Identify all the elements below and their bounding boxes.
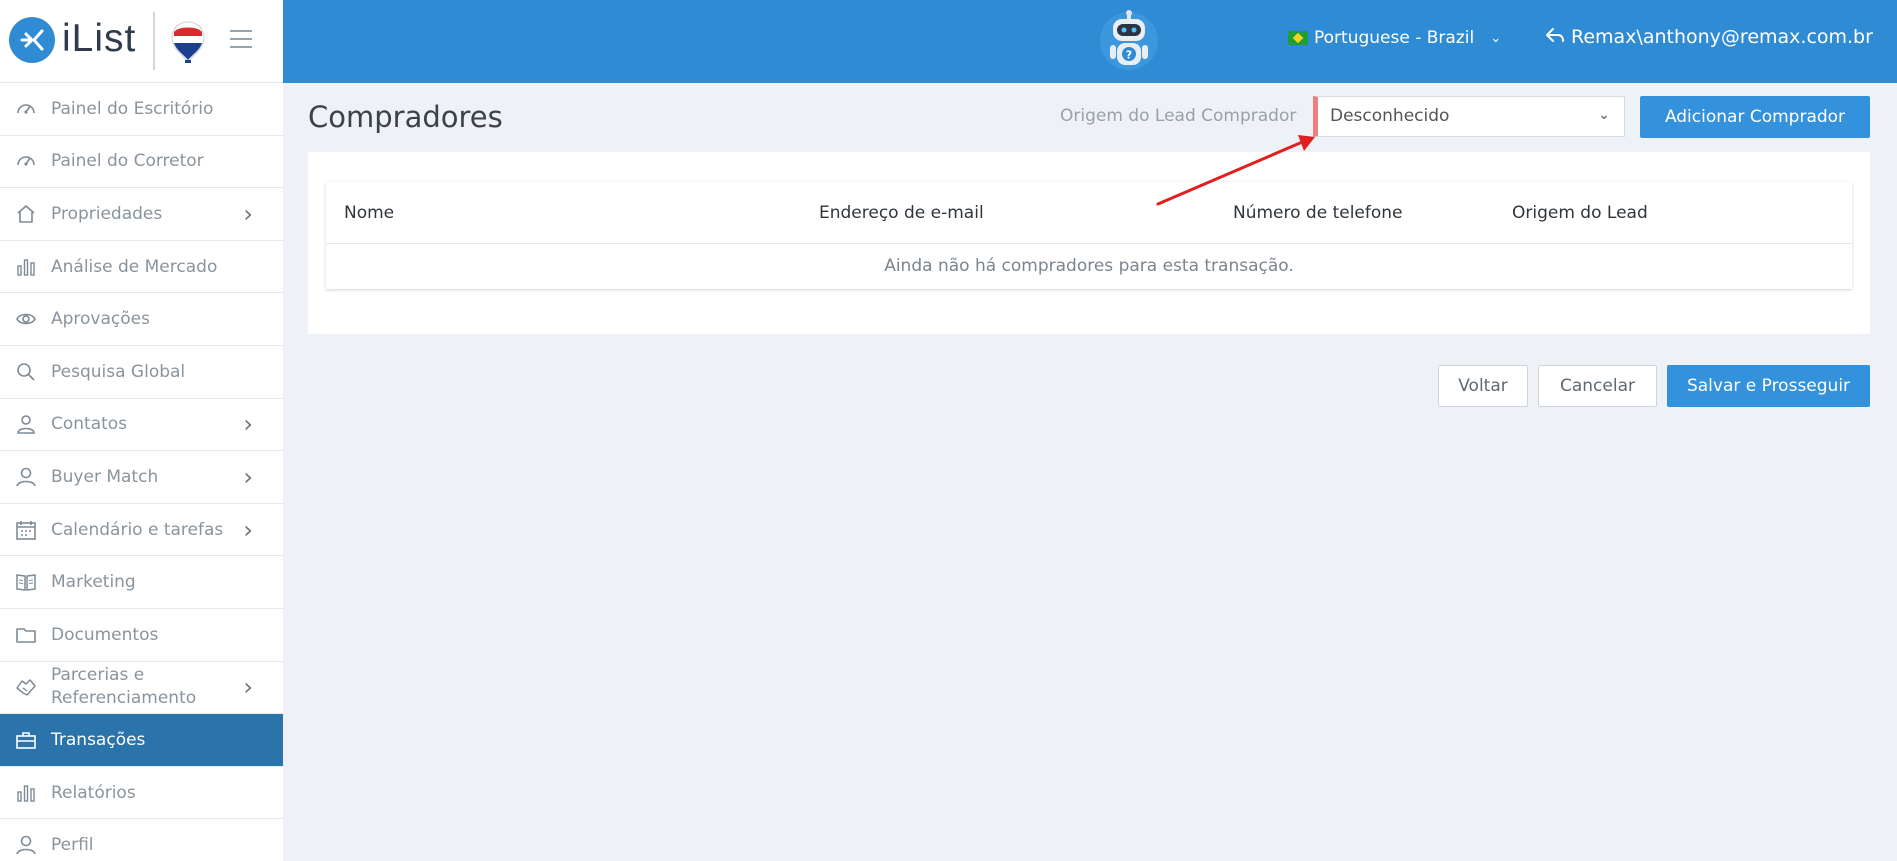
book-icon [14,570,38,594]
logo-text: iList [62,17,137,60]
back-button[interactable]: Voltar [1438,365,1528,407]
sidebar-item-buyer-match[interactable]: Buyer Match › [0,451,283,504]
chevron-right-icon: › [243,199,253,228]
user-icon [14,465,38,489]
sidebar-item-painel-do-corretor[interactable]: Painel do Corretor [0,136,283,189]
sidebar-item-analise-de-mercado[interactable]: Análise de Mercado [0,241,283,294]
home-icon [14,202,38,226]
sidebar-item-label: Propriedades [51,203,163,224]
contacts-icon [14,412,38,436]
sidebar-item-propriedades[interactable]: Propriedades › [0,188,283,241]
chevron-right-icon: › [243,673,253,702]
sidebar-item-label: Contatos [51,414,128,435]
table-header: Nome Endereço de e-mail Número de telefo… [326,182,1852,244]
ilist-logo-icon [9,17,55,63]
chevron-right-icon: › [243,410,253,439]
bar-chart-icon [14,255,38,279]
chevron-down-icon: ⌄ [1598,107,1610,123]
column-header-lead-origin: Origem do Lead [1512,203,1648,223]
robot-assistant-icon[interactable]: ? [1099,9,1159,75]
sidebar-item-label: Pesquisa Global [51,361,186,382]
buyers-table: Nome Endereço de e-mail Número de telefo… [326,182,1852,289]
save-and-proceed-button[interactable]: Salvar e Prosseguir [1667,365,1870,407]
sidebar-item-label: Painel do Escritório [51,98,214,119]
cancel-button[interactable]: Cancelar [1538,365,1657,407]
sidebar-item-transacoes[interactable]: Transações [0,714,283,767]
sidebar-item-documentos[interactable]: Documentos [0,609,283,662]
chevron-right-icon: › [243,515,253,544]
column-header-email: Endereço de e-mail [819,203,984,223]
empty-table-message: Ainda não há compradores para esta trans… [884,256,1294,276]
sidebar-item-marketing[interactable]: Marketing [0,556,283,609]
lead-origin-label: Origem do Lead Comprador [1060,106,1297,126]
sidebar-item-perfil[interactable]: Perfil [0,819,283,861]
user-icon [14,833,38,857]
search-icon [14,360,38,384]
column-header-name: Nome [344,203,395,223]
sidebar-item-label: Análise de Mercado [51,256,218,277]
sidebar-item-contatos[interactable]: Contatos › [0,399,283,452]
gauge-icon [14,149,38,173]
folder-icon [14,623,38,647]
chevron-right-icon: › [243,462,253,491]
sidebar-item-label: Calendário e tarefas [51,519,224,540]
sidebar-item-label: Aprovações [51,309,150,330]
annotation-arrow-icon [1156,135,1315,206]
sidebar-item-calendario-e-tarefas[interactable]: Calendário e tarefas › [0,504,283,557]
sidebar-item-label: Painel do Corretor [51,151,204,172]
chevron-down-icon: ⌄ [1490,30,1502,46]
sidebar-item-pesquisa-global[interactable]: Pesquisa Global [0,346,283,399]
brazil-flag-icon [1288,31,1308,45]
sidebar-item-label: Relatórios [51,782,136,803]
sidebar-item-aprovacoes[interactable]: Aprovações [0,293,283,346]
hamburger-menu-icon[interactable] [230,30,252,54]
sidebar: Painel do Escritório Painel do Corretor Pr… [0,83,283,861]
sidebar-item-label: Parcerias e Referenciamento [51,665,197,709]
reply-arrow-icon [1545,26,1565,48]
eye-icon [14,307,38,331]
logo-divider [153,12,155,70]
sidebar-item-label: Transações [51,729,146,750]
user-name: Remax\anthony@remax.com.br [1571,26,1873,48]
svg-text:?: ? [1126,49,1132,62]
sidebar-item-parcerias-e-referenciamento[interactable]: Parcerias e Referenciamento › [0,662,283,715]
language-label: Portuguese - Brazil [1314,28,1475,48]
handshake-icon [14,675,38,699]
page-title: Compradores [308,100,503,134]
bar-chart-icon [14,781,38,805]
sidebar-item-label: Perfil [51,835,94,856]
top-header: ? Portuguese - Brazil ⌄ Remax\anthony@re… [283,0,1897,83]
lead-origin-select[interactable]: Desconhecido ⌄ [1313,96,1625,137]
lead-origin-value: Desconhecido [1330,106,1450,126]
calendar-icon [14,518,38,542]
remax-balloon-logo-icon [170,20,206,68]
sidebar-item-label: Marketing [51,572,136,593]
sidebar-item-relatorios[interactable]: Relatórios [0,767,283,820]
sidebar-item-label: Buyer Match [51,466,159,487]
gauge-icon [14,97,38,121]
add-buyer-button[interactable]: Adicionar Comprador [1640,96,1870,138]
language-selector[interactable]: Portuguese - Brazil ⌄ [1288,28,1501,48]
sidebar-item-label: Documentos [51,624,159,645]
sidebar-item-painel-do-escritorio[interactable]: Painel do Escritório [0,83,283,136]
user-account[interactable]: Remax\anthony@remax.com.br [1545,26,1873,48]
briefcase-icon [14,728,38,752]
logo-panel: iList [0,0,283,83]
